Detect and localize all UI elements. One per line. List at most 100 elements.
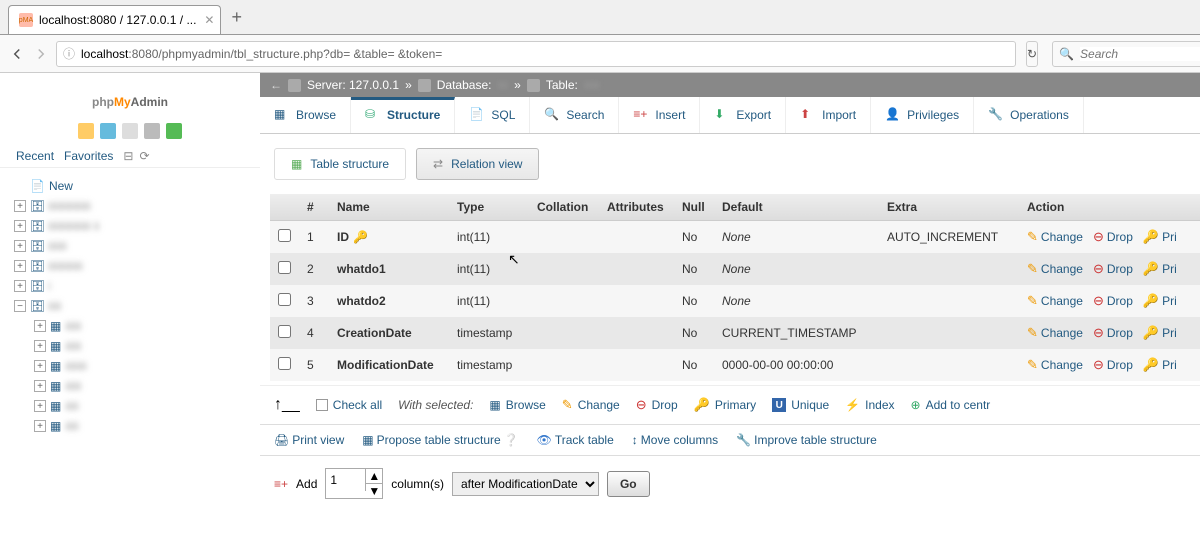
- bulk-browse[interactable]: ▦Browse: [489, 398, 545, 412]
- bulk-drop[interactable]: ⊖Drop: [636, 397, 678, 413]
- db-item[interactable]: iiiiiii: [48, 239, 67, 253]
- table-item[interactable]: iiiiiiii: [65, 359, 86, 373]
- tab-browse[interactable]: ▦Browse: [260, 97, 351, 133]
- db-item[interactable]: iiiii: [48, 299, 61, 313]
- help-icon[interactable]: ❔: [504, 433, 519, 447]
- breadcrumb-database[interactable]: Database:: [437, 78, 492, 92]
- bulk-change[interactable]: ✎Change: [562, 397, 620, 413]
- row-checkbox[interactable]: [278, 357, 291, 370]
- row-primary[interactable]: 🔑Pri: [1143, 229, 1177, 245]
- add-position-select[interactable]: after ModificationDate: [452, 472, 599, 496]
- improve-structure[interactable]: 🔧Improve table structure: [736, 433, 877, 447]
- row-checkbox[interactable]: [278, 261, 291, 274]
- row-drop[interactable]: ⊖Drop: [1093, 229, 1133, 245]
- row-primary[interactable]: 🔑Pri: [1143, 261, 1177, 277]
- expand-toggle[interactable]: +: [14, 200, 26, 212]
- th-extra[interactable]: Extra: [879, 194, 1019, 221]
- table-item[interactable]: iiiiii: [65, 319, 81, 333]
- browser-search-box[interactable]: 🔍: [1052, 41, 1200, 67]
- row-primary[interactable]: 🔑Pri: [1143, 293, 1177, 309]
- browser-search-input[interactable]: [1080, 47, 1200, 61]
- tab-search[interactable]: 🔍Search: [530, 97, 619, 133]
- db-item[interactable]: iiiiiiiiiiiiiiii ii: [48, 219, 99, 233]
- expand-toggle[interactable]: +: [34, 320, 46, 332]
- recent-link[interactable]: Recent: [16, 149, 54, 163]
- track-table[interactable]: 👁Track table: [537, 433, 614, 447]
- row-primary[interactable]: 🔑Pri: [1143, 357, 1177, 373]
- expand-toggle[interactable]: +: [34, 420, 46, 432]
- tab-insert[interactable]: ≡+Insert: [619, 97, 700, 133]
- home-icon[interactable]: [78, 123, 94, 139]
- db-item[interactable]: iiiiiiiiiiiiiiii: [48, 199, 91, 213]
- tab-structure[interactable]: ⛁Structure: [351, 97, 455, 133]
- reload-button[interactable]: ↻: [1026, 41, 1038, 67]
- address-bar[interactable]: ⓘ localhost:8080/phpmyadmin/tbl_structur…: [56, 41, 1016, 67]
- row-checkbox[interactable]: [278, 229, 291, 242]
- row-change[interactable]: ✎Change: [1027, 293, 1083, 309]
- bulk-primary[interactable]: 🔑Primary: [694, 397, 757, 413]
- favorites-link[interactable]: Favorites: [64, 149, 113, 163]
- stepper-down[interactable]: ▼: [366, 484, 382, 498]
- propose-structure[interactable]: ▦Propose table structure ❔: [362, 433, 518, 447]
- row-change[interactable]: ✎Change: [1027, 229, 1083, 245]
- row-drop[interactable]: ⊖Drop: [1093, 325, 1133, 341]
- row-change[interactable]: ✎Change: [1027, 357, 1083, 373]
- logout-icon[interactable]: [100, 123, 116, 139]
- th-name[interactable]: Name: [329, 194, 449, 221]
- back-button[interactable]: [8, 42, 26, 66]
- tab-privileges[interactable]: 👤Privileges: [871, 97, 974, 133]
- forward-button[interactable]: [32, 42, 50, 66]
- tab-export[interactable]: ⬇Export: [700, 97, 786, 133]
- new-tab-button[interactable]: +: [231, 7, 242, 34]
- table-item[interactable]: iiiiii: [65, 339, 81, 353]
- expand-toggle[interactable]: +: [14, 220, 26, 232]
- table-item[interactable]: iiiii: [65, 399, 78, 413]
- table-item[interactable]: iiiiii: [65, 379, 81, 393]
- breadcrumb-server[interactable]: Server: 127.0.0.1: [307, 78, 399, 92]
- breadcrumb-table[interactable]: Table:: [546, 78, 578, 92]
- browser-tab[interactable]: pMA localhost:8080 / 127.0.0.1 / ... ✕: [8, 5, 221, 34]
- expand-toggle[interactable]: +: [34, 400, 46, 412]
- th-num[interactable]: #: [299, 194, 329, 221]
- db-item[interactable]: iiiiiiiiiiiii: [48, 259, 83, 273]
- reload-icon[interactable]: [166, 123, 182, 139]
- bulk-index[interactable]: ⚡Index: [845, 398, 894, 412]
- row-drop[interactable]: ⊖Drop: [1093, 357, 1133, 373]
- tab-operations[interactable]: 🔧Operations: [974, 97, 1084, 133]
- go-button[interactable]: Go: [607, 471, 650, 497]
- add-count-input[interactable]: [326, 469, 366, 491]
- subtab-relation-view[interactable]: ⇄Relation view: [416, 148, 539, 180]
- expand-toggle[interactable]: +: [34, 380, 46, 392]
- tab-sql[interactable]: 📄SQL: [455, 97, 530, 133]
- stepper-up[interactable]: ▲: [366, 469, 382, 484]
- expand-toggle[interactable]: +: [14, 240, 26, 252]
- db-item[interactable]: i: [48, 279, 51, 293]
- expand-toggle[interactable]: +: [34, 340, 46, 352]
- expand-toggle[interactable]: +: [14, 280, 26, 292]
- docs-icon[interactable]: [122, 123, 138, 139]
- new-db-link[interactable]: New: [49, 179, 73, 193]
- th-default[interactable]: Default: [714, 194, 879, 221]
- row-drop[interactable]: ⊖Drop: [1093, 261, 1133, 277]
- row-change[interactable]: ✎Change: [1027, 261, 1083, 277]
- expand-toggle[interactable]: −: [14, 300, 26, 312]
- th-collation[interactable]: Collation: [529, 194, 599, 221]
- th-attributes[interactable]: Attributes: [599, 194, 674, 221]
- bulk-unique[interactable]: UUnique: [772, 398, 829, 412]
- expand-toggle[interactable]: +: [14, 260, 26, 272]
- print-view[interactable]: 🖨Print view: [274, 433, 344, 447]
- tab-import[interactable]: ⬆Import: [786, 97, 871, 133]
- close-tab-icon[interactable]: ✕: [204, 13, 214, 27]
- subtab-table-structure[interactable]: ▦Table structure: [274, 148, 406, 180]
- settings-icon[interactable]: [144, 123, 160, 139]
- collapse-icon[interactable]: ⊟: [123, 149, 133, 163]
- check-all[interactable]: Check all: [316, 398, 382, 412]
- table-item[interactable]: iiiii: [65, 419, 78, 433]
- move-columns[interactable]: ↕Move columns: [632, 433, 718, 447]
- expand-icon[interactable]: ⟳: [139, 149, 149, 163]
- row-checkbox[interactable]: [278, 293, 291, 306]
- th-null[interactable]: Null: [674, 194, 714, 221]
- row-change[interactable]: ✎Change: [1027, 325, 1083, 341]
- th-type[interactable]: Type: [449, 194, 529, 221]
- row-checkbox[interactable]: [278, 325, 291, 338]
